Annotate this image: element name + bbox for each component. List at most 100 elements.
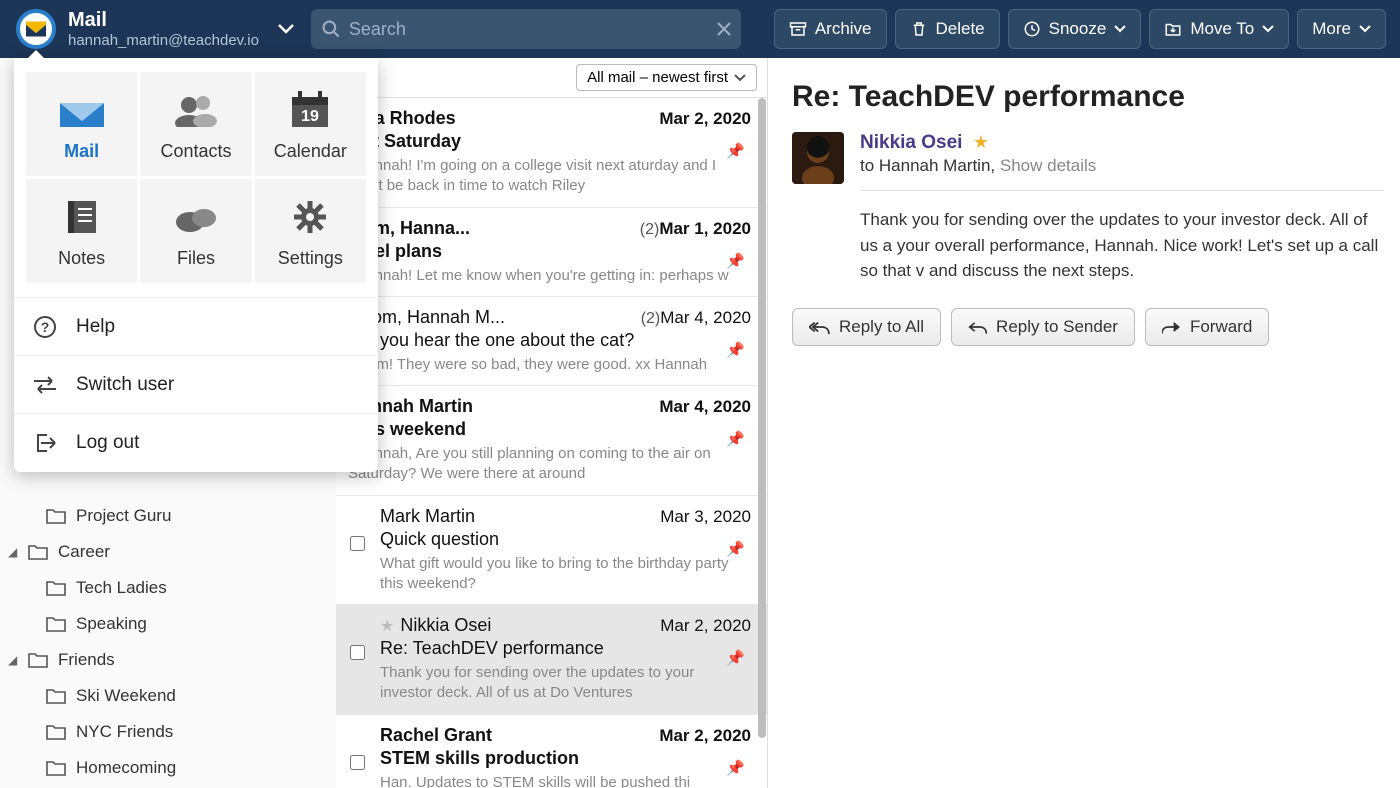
app-label: Calendar bbox=[274, 141, 347, 162]
message-from: Hannah Martin bbox=[348, 396, 659, 417]
app-settings[interactable]: Settings bbox=[255, 179, 366, 283]
message-from: Mom, Hanna... bbox=[348, 218, 634, 239]
app-label: Notes bbox=[58, 248, 105, 269]
clock-icon bbox=[1023, 20, 1041, 38]
pin-icon[interactable]: 📌 bbox=[726, 649, 745, 667]
pin-icon[interactable]: 📌 bbox=[726, 252, 745, 270]
pin-icon[interactable]: 📌 bbox=[726, 430, 745, 448]
archive-icon bbox=[789, 20, 807, 38]
reader-subject: Re: TeachDEV performance bbox=[792, 80, 1384, 114]
message-item[interactable]: Tina RhodesMar 2, 2020lext Saturdayi Han… bbox=[336, 98, 767, 208]
message-subject: Re: TeachDEV performance bbox=[380, 638, 751, 659]
clear-search-icon[interactable] bbox=[717, 22, 731, 36]
message-subject: ravel plans bbox=[348, 241, 751, 262]
app-files[interactable]: Files bbox=[140, 179, 251, 283]
message-from: lom, Hannah M... bbox=[368, 307, 635, 328]
app-header: Mail hannah_martin@teachdev.io Archive D… bbox=[0, 0, 1400, 58]
folder-homecoming[interactable]: Homecoming bbox=[0, 750, 336, 786]
message-checkbox[interactable] bbox=[350, 536, 365, 551]
message-toolbar: Archive Delete Snooze Move To More bbox=[774, 9, 1386, 49]
message-date: Mar 2, 2020 bbox=[660, 616, 751, 636]
search-input[interactable] bbox=[349, 19, 717, 40]
message-from: Tina Rhodes bbox=[348, 108, 659, 129]
snooze-button[interactable]: Snooze bbox=[1008, 9, 1142, 49]
account-dropdown-toggle[interactable] bbox=[277, 23, 295, 35]
logout-icon bbox=[32, 433, 58, 453]
pin-icon[interactable]: 📌 bbox=[726, 540, 745, 558]
sort-filter-button[interactable]: All mail – newest first bbox=[576, 64, 757, 91]
message-item[interactable]: Rachel GrantMar 2, 2020STEM skills produ… bbox=[336, 715, 767, 788]
message-item[interactable]: lom, Hannah M...(2)Mar 4, 2020Did you he… bbox=[336, 297, 767, 386]
reader-body: Thank you for sending over the updates t… bbox=[860, 207, 1384, 284]
message-list: All mail – newest first Tina RhodesMar 2… bbox=[336, 58, 768, 788]
message-from: Mark Martin bbox=[380, 506, 660, 527]
reply-all-button[interactable]: Reply to All bbox=[792, 308, 941, 346]
message-item[interactable]: Mark MartinMar 3, 2020Quick questionWhat… bbox=[336, 496, 767, 606]
show-details-link[interactable]: Show details bbox=[1000, 156, 1096, 175]
message-preview: What gift would you like to bring to the… bbox=[380, 554, 751, 595]
app-notes[interactable]: Notes bbox=[26, 179, 137, 283]
message-item[interactable]: Hannah MartinMar 4, 2020This weekendi Ha… bbox=[336, 386, 767, 496]
forward-button[interactable]: Forward bbox=[1145, 308, 1269, 346]
folder-friends[interactable]: ◢Friends bbox=[0, 642, 336, 678]
folder-ski-weekend[interactable]: Ski Weekend bbox=[0, 678, 336, 714]
pin-icon[interactable]: 📌 bbox=[726, 142, 745, 160]
app-calendar[interactable]: 19 Calendar bbox=[255, 72, 366, 176]
list-scrollbar[interactable] bbox=[757, 98, 767, 788]
app-label: Settings bbox=[278, 248, 343, 269]
svg-text:?: ? bbox=[41, 319, 50, 335]
more-button[interactable]: More bbox=[1297, 9, 1386, 49]
app-mail[interactable]: Mail bbox=[26, 72, 137, 176]
chevron-down-icon bbox=[277, 23, 295, 35]
message-item[interactable]: ★ Nikkia OseiMar 2, 2020Re: TeachDEV perf… bbox=[336, 605, 767, 715]
message-date: Mar 4, 2020 bbox=[659, 397, 751, 417]
move-to-button[interactable]: Move To bbox=[1149, 9, 1289, 49]
message-from: Nikkia Osei bbox=[400, 615, 660, 636]
trash-icon bbox=[910, 20, 928, 38]
message-date: Mar 1, 2020 bbox=[659, 219, 751, 239]
help-menu-item[interactable]: ? Help bbox=[14, 298, 378, 356]
collapse-icon: ◢ bbox=[8, 545, 24, 559]
reply-sender-button[interactable]: Reply to Sender bbox=[951, 308, 1135, 346]
log-out-menu-item[interactable]: Log out bbox=[14, 414, 378, 472]
account-block: Mail hannah_martin@teachdev.io bbox=[68, 9, 259, 49]
reader-recipients: to Hannah Martin, Show details bbox=[860, 156, 1384, 176]
search-icon bbox=[321, 19, 341, 39]
folder-label: Friends bbox=[58, 650, 115, 670]
message-date: Mar 4, 2020 bbox=[660, 308, 751, 328]
message-date: Mar 2, 2020 bbox=[659, 726, 751, 746]
reader-sender-name[interactable]: Nikkia Osei bbox=[860, 132, 962, 153]
message-count: (2) bbox=[640, 221, 660, 239]
calendar-icon: 19 bbox=[290, 87, 330, 133]
message-item[interactable]: Mom, Hanna...(2)Mar 1, 2020ravel plansi … bbox=[336, 208, 767, 297]
switch-user-menu-item[interactable]: Switch user bbox=[14, 356, 378, 414]
star-icon[interactable]: ★ bbox=[380, 616, 394, 636]
folder-label: Speaking bbox=[76, 614, 147, 634]
pin-icon[interactable]: 📌 bbox=[726, 341, 745, 359]
message-count: (2) bbox=[641, 310, 661, 328]
message-preview: i Mom! They were so bad, they were good.… bbox=[348, 355, 751, 375]
folder-project-guru[interactable]: Project Guru bbox=[0, 498, 336, 534]
mail-icon bbox=[60, 87, 104, 133]
folder-career[interactable]: ◢Career bbox=[0, 534, 336, 570]
pin-icon[interactable]: 📌 bbox=[726, 759, 745, 777]
folder-label: Homecoming bbox=[76, 758, 176, 778]
folder-tech-ladies[interactable]: Tech Ladies bbox=[0, 570, 336, 606]
account-email: hannah_martin@teachdev.io bbox=[68, 32, 259, 49]
star-icon[interactable]: ★ bbox=[973, 132, 989, 152]
delete-button[interactable]: Delete bbox=[895, 9, 1000, 49]
search-box[interactable] bbox=[311, 9, 741, 49]
archive-button[interactable]: Archive bbox=[774, 9, 887, 49]
message-checkbox[interactable] bbox=[350, 645, 365, 660]
svg-text:19: 19 bbox=[301, 108, 319, 125]
message-preview: Thank you for sending over the updates t… bbox=[380, 663, 751, 704]
reply-all-icon bbox=[809, 319, 831, 335]
mail-icon bbox=[26, 21, 46, 37]
message-checkbox[interactable] bbox=[350, 755, 365, 770]
app-logo[interactable] bbox=[16, 9, 56, 49]
app-contacts[interactable]: Contacts bbox=[140, 72, 251, 176]
folder-speaking[interactable]: Speaking bbox=[0, 606, 336, 642]
app-switcher-menu: MailContacts 19 Calendar Notes Files Settings… bbox=[14, 58, 378, 472]
folder-nyc-friends[interactable]: NYC Friends bbox=[0, 714, 336, 750]
app-title: Mail bbox=[68, 9, 259, 32]
